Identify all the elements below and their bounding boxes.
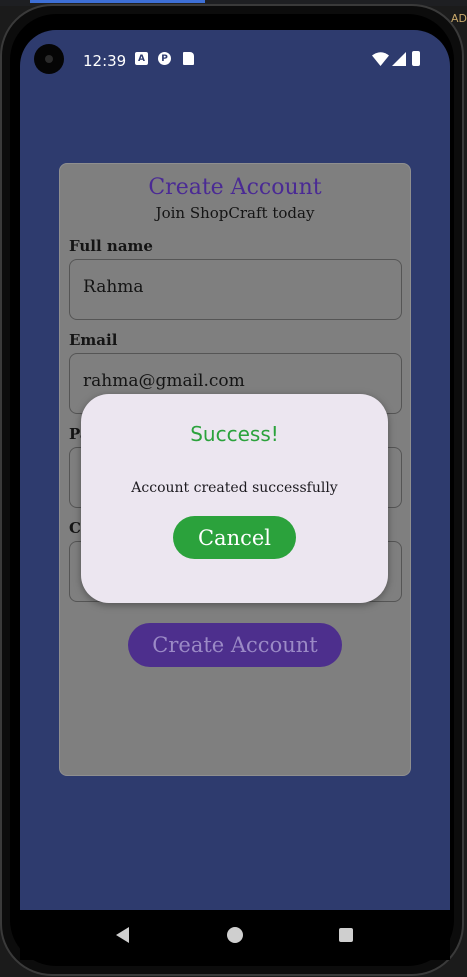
- recents-icon[interactable]: [339, 928, 353, 942]
- create-account-button[interactable]: Create Account: [128, 623, 342, 667]
- email-label: Email: [69, 331, 118, 349]
- app-screen: 12:39 A P Create Account Join ShopCraft …: [20, 30, 450, 910]
- email-value: rahma@gmail.com: [83, 371, 245, 391]
- status-time: 12:39: [83, 52, 127, 70]
- dialog-title: Success!: [190, 422, 279, 446]
- host-corner-text: AD: [451, 12, 467, 25]
- status-bar: 12:39 A P: [20, 30, 450, 90]
- navigation-bar: [20, 910, 450, 960]
- back-icon[interactable]: [116, 927, 129, 943]
- host-tab-indicator: [30, 0, 205, 3]
- success-dialog: Success! Account created successfully Ca…: [81, 394, 388, 603]
- signal-icon: [392, 52, 406, 66]
- wifi-icon: [372, 52, 389, 66]
- card-subtitle: Join ShopCraft today: [155, 204, 315, 222]
- home-icon[interactable]: [227, 927, 243, 943]
- full-name-label: Full name: [69, 237, 153, 255]
- cancel-button[interactable]: Cancel: [173, 516, 296, 559]
- full-name-input[interactable]: Rahma: [69, 259, 402, 320]
- card-title: Create Account: [148, 175, 322, 200]
- sd-card-icon: [183, 52, 194, 65]
- dialog-message: Account created successfully: [131, 480, 338, 496]
- battery-icon: [412, 51, 420, 66]
- p-notification-icon: P: [158, 52, 171, 65]
- full-name-value: Rahma: [83, 277, 144, 297]
- front-camera-icon: [34, 44, 64, 74]
- a-notification-icon: A: [135, 52, 148, 65]
